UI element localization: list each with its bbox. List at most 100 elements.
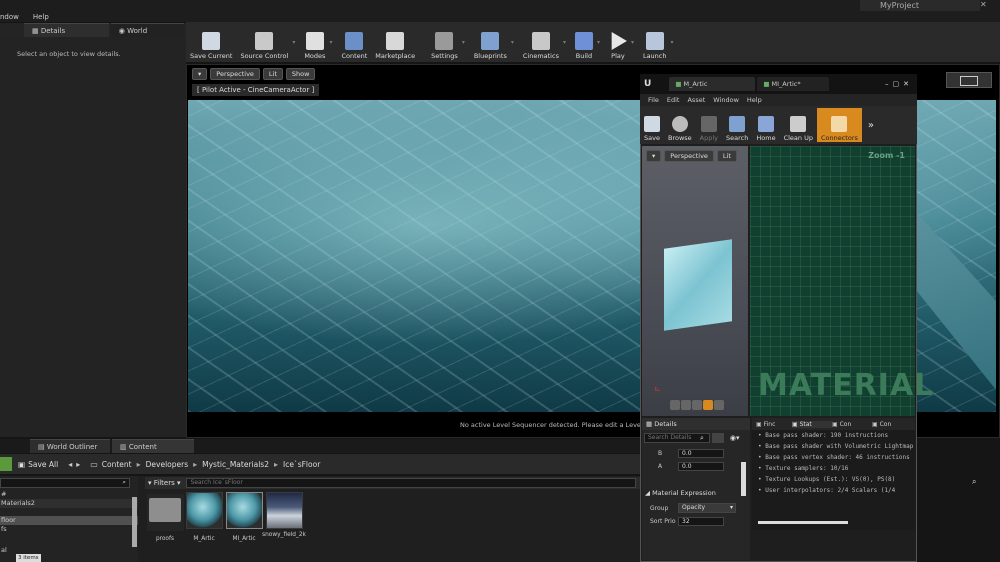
tab-mi-artic[interactable]: ■ MI_Artic* [757, 77, 830, 91]
tab-m-artic[interactable]: ■ M_Artic [669, 77, 756, 91]
property-matrix-icon[interactable] [711, 433, 724, 443]
close-icon[interactable]: ✕ [980, 0, 994, 11]
path-segment[interactable]: Ice`sFloor [283, 460, 320, 469]
forward-arrow-icon[interactable]: ▸ [76, 460, 80, 469]
save-current-button[interactable]: Save Current [186, 24, 236, 60]
asset-material-instance-mi-artic[interactable] [226, 492, 263, 529]
me-menu-edit[interactable]: Edit [667, 96, 680, 104]
teapot-icon[interactable] [714, 400, 724, 410]
tree-item-selected[interactable]: floor [0, 516, 138, 525]
settings-button[interactable]: Settings [427, 24, 462, 60]
asset-texture-snowy-field[interactable] [266, 492, 303, 529]
add-new-icon[interactable] [0, 457, 12, 471]
path-chevron-icon[interactable]: ▸ [193, 460, 197, 469]
section-material-expression[interactable]: ◢ Material Expression [642, 489, 750, 497]
tab-details[interactable]: ▦ Details [642, 418, 750, 430]
path-segment[interactable]: Developers [146, 460, 188, 469]
material-preview-viewport[interactable]: ▾ Perspective Lit ⊾ [642, 146, 748, 416]
tree-search-input[interactable]: ⌕ [0, 478, 130, 488]
group-dropdown[interactable]: Opacity ▾ [678, 503, 736, 513]
me-apply-button[interactable]: Apply [696, 108, 722, 142]
tree-item[interactable]: # [0, 490, 138, 499]
content-button[interactable]: Content [337, 24, 371, 60]
tab-console[interactable]: ▣ Con [832, 421, 872, 428]
play-button[interactable]: Play [605, 24, 631, 60]
sort-priority-input[interactable]: 32 [678, 517, 724, 526]
save-all-button[interactable]: ▣ Save All [18, 460, 58, 469]
path-segment[interactable]: Content [102, 460, 132, 469]
filters-button[interactable]: ▾ Filters ▾ [148, 479, 180, 487]
blueprints-button[interactable]: Blueprints [470, 24, 511, 60]
dropdown-arrow-icon[interactable]: ▾ [511, 24, 519, 60]
path-chevron-icon[interactable]: ▸ [137, 460, 141, 469]
pilot-active-label[interactable]: [ Pilot Active - CineCameraActor ] [192, 84, 320, 96]
launch-button[interactable]: Launch [639, 24, 671, 60]
perspective-button[interactable]: Perspective [210, 68, 260, 80]
dropdown-arrow-icon[interactable]: ▾ [462, 24, 470, 60]
toolbar-overflow-icon[interactable]: » [868, 120, 874, 131]
home-icon [757, 116, 774, 132]
lit-button[interactable]: Lit [262, 68, 283, 80]
window-controls[interactable]: –▢✕ [885, 80, 913, 88]
search-icon[interactable]: ⌕ [972, 477, 986, 489]
tab-world-settings[interactable]: ◉ World Settings [110, 23, 184, 49]
cinematics-button[interactable]: Cinematics [519, 24, 563, 60]
source-control-button[interactable]: Source Control [236, 24, 292, 60]
menu-help[interactable]: Help [33, 13, 49, 21]
me-menu-file[interactable]: File [648, 96, 659, 104]
path-segment[interactable]: Mystic_Materials2 [202, 460, 269, 469]
asset-folder-proofs[interactable] [147, 494, 184, 531]
asset-material-m-artic[interactable] [186, 492, 223, 529]
viewport-layout-button[interactable] [946, 72, 992, 88]
menu-window[interactable]: ndow [0, 13, 19, 21]
tab-stats[interactable]: ▣ Stat [792, 420, 832, 428]
show-button[interactable]: Show [285, 68, 316, 80]
back-arrow-icon[interactable]: ◂ [68, 460, 72, 469]
dropdown-arrow-icon[interactable]: ▾ [329, 24, 337, 60]
marketplace-button[interactable]: Marketplace [371, 24, 419, 60]
me-browse-button[interactable]: Browse [664, 108, 696, 142]
preview-perspective-button[interactable]: Perspective [664, 150, 714, 162]
tab-details[interactable]: ▦ Details [24, 23, 109, 37]
tree-item[interactable]: Materials2 [0, 499, 138, 508]
dropdown-arrow-icon[interactable]: ▾ [563, 24, 571, 60]
me-save-button[interactable]: Save [640, 108, 664, 142]
me-menu-window[interactable]: Window [713, 96, 739, 104]
build-button[interactable]: Build [571, 24, 597, 60]
me-connectors-button[interactable]: Connectors [816, 108, 862, 142]
me-menu-asset[interactable]: Asset [687, 96, 705, 104]
sphere-icon[interactable] [681, 400, 691, 410]
cylinder-icon[interactable] [670, 400, 680, 410]
viewport-options-icon[interactable]: ▾ [192, 68, 208, 80]
dropdown-arrow-icon[interactable]: ▾ [671, 24, 679, 60]
tab-content-browser[interactable]: ▥ Content Browser 1 [112, 439, 194, 465]
visibility-eye-icon[interactable]: ◉▾ [730, 434, 740, 442]
field-a-input[interactable]: 0.0 [678, 462, 724, 471]
grid-layout-icon [960, 76, 978, 86]
stats-horizontal-scrollbar[interactable] [758, 521, 848, 524]
plane-icon[interactable] [692, 400, 702, 410]
cube-icon[interactable] [703, 400, 713, 410]
tree-scrollbar[interactable] [132, 497, 137, 547]
preview-options-icon[interactable]: ▾ [646, 150, 662, 162]
asset-search-input[interactable]: Search Ice`sFloor [186, 478, 637, 488]
preview-lit-button[interactable]: Lit [716, 150, 737, 162]
me-search-button[interactable]: Search [722, 108, 752, 142]
save-all-label: Save All [28, 459, 59, 469]
path-chevron-icon[interactable]: ▸ [274, 460, 278, 469]
me-home-button[interactable]: Home [752, 108, 779, 142]
details-scrollbar[interactable] [741, 462, 746, 496]
tab-find-results[interactable]: ▣ Finc [752, 421, 792, 428]
dropdown-arrow-icon[interactable]: ▾ [597, 24, 605, 60]
field-b-input[interactable]: 0.0 [678, 449, 724, 458]
tab-world-outliner-label: World Outliner [46, 443, 98, 451]
find-icon: ▣ [756, 420, 764, 428]
tree-item[interactable]: fs [0, 525, 138, 534]
dropdown-arrow-icon[interactable]: ▾ [292, 24, 300, 60]
modes-button[interactable]: Modes [300, 24, 329, 60]
tab-world-outliner[interactable]: ▤ World Outliner [30, 439, 110, 453]
me-menu-help[interactable]: Help [747, 96, 762, 104]
dropdown-arrow-icon[interactable]: ▾ [631, 24, 639, 60]
me-clean-up-button[interactable]: Clean Up [780, 108, 817, 142]
tab-console-2[interactable]: ▣ Con [872, 421, 912, 428]
